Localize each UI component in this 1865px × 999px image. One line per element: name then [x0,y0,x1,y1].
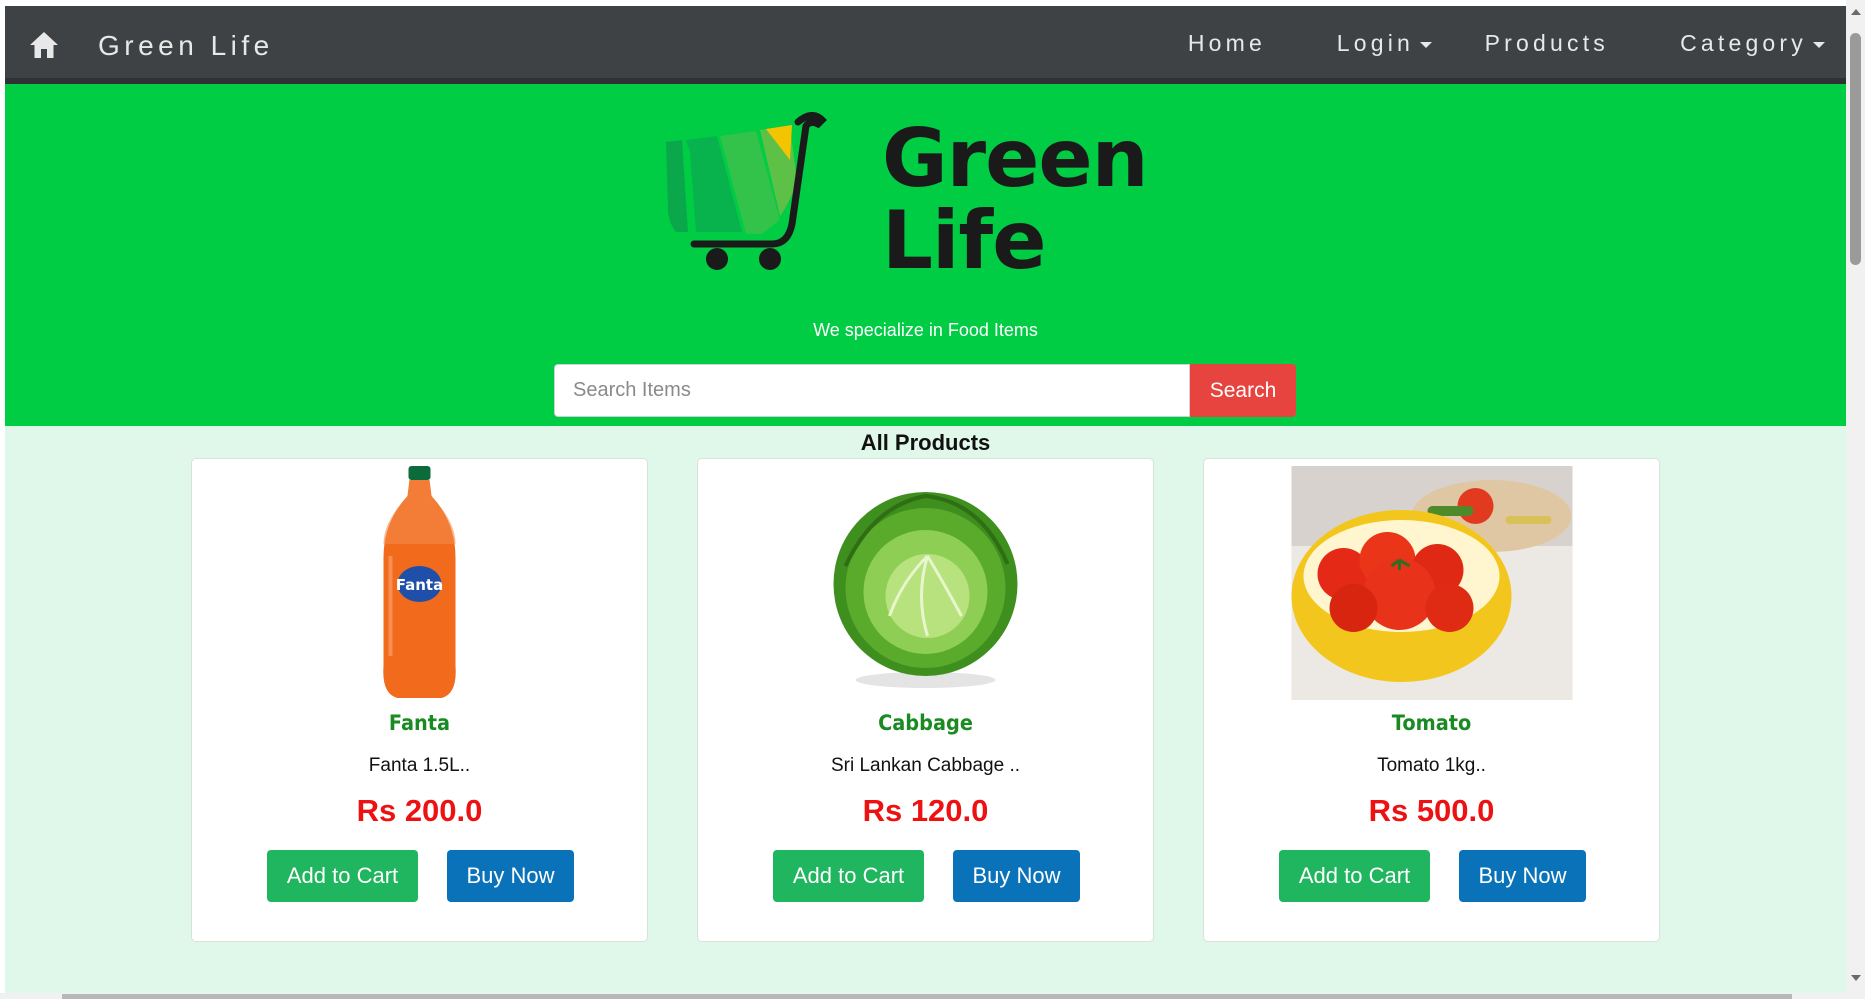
product-price: Rs 120.0 [862,793,989,828]
product-card: Tomato Tomato 1kg.. Rs 500.0 Add to Cart… [1203,458,1660,942]
vertical-scrollbar[interactable] [1846,0,1865,999]
product-name: Fanta [388,711,451,735]
scroll-up-arrow-icon[interactable] [1851,9,1861,15]
nav-products[interactable]: Products [1485,30,1609,57]
buy-now-button[interactable]: Buy Now [1459,850,1586,902]
brand-link[interactable]: Green Life [98,30,274,62]
home-icon[interactable] [27,28,61,62]
nav-products-label: Products [1484,30,1609,56]
product-description: Sri Lankan Cabbage .. [830,755,1021,776]
svg-text:Fanta: Fanta [395,576,442,594]
horizontal-scrollbar-thumb[interactable] [62,994,1792,999]
search-input[interactable] [554,364,1190,417]
caret-down-icon [1420,41,1432,48]
search-button[interactable]: Search [1190,364,1296,417]
caret-down-icon [1813,41,1825,48]
product-price: Rs 200.0 [356,793,483,828]
logo-line2: Life [882,194,1046,287]
tagline: We specialize in Food Items [813,320,1038,340]
product-card: Fanta Fanta Fanta 1.5L.. Rs 200.0 Add to… [191,458,648,942]
nav-home[interactable]: Home [1188,30,1266,57]
horizontal-scrollbar[interactable] [0,993,1846,999]
logo-line1: Green [882,112,1149,205]
product-card: Cabbage Sri Lankan Cabbage .. Rs 120.0 A… [697,458,1154,942]
product-price: Rs 500.0 [1368,793,1495,828]
nav-category-label: Category [1680,30,1807,56]
page: Green Life Home Login Products Category [5,6,1846,999]
nav-category-dropdown[interactable]: Category [1680,30,1825,57]
buy-now-button[interactable]: Buy Now [953,850,1080,902]
product-name: Tomato [1391,711,1472,735]
section-title: All Products [860,430,991,455]
buy-now-button[interactable]: Buy Now [447,850,574,902]
nav-home-label: Home [1187,30,1266,56]
cart-logo-icon [666,112,827,270]
product-name: Cabbage [878,711,973,735]
add-to-cart-button[interactable]: Add to Cart [1279,850,1430,902]
product-image-tomato[interactable] [1291,466,1572,700]
logo: Green Life [662,112,1152,282]
navbar: Green Life Home Login Products Category [5,6,1846,84]
hero-banner: Green Life We specialize in Food Items S… [5,84,1846,426]
product-image-cabbage[interactable] [785,466,1066,700]
product-image-fanta[interactable]: Fanta [279,466,560,700]
logo-text: Green Life [882,112,1149,287]
scrollbar-thumb[interactable] [1850,33,1861,265]
product-description: Tomato 1kg.. [1377,755,1486,776]
add-to-cart-button[interactable]: Add to Cart [773,850,924,902]
add-to-cart-button[interactable]: Add to Cart [267,850,418,902]
scroll-down-arrow-icon[interactable] [1851,975,1861,981]
product-description: Fanta 1.5L.. [368,755,471,776]
nav-login-dropdown[interactable]: Login [1337,30,1432,57]
nav-login-label: Login [1336,30,1414,56]
search-bar: Search [554,364,1296,417]
